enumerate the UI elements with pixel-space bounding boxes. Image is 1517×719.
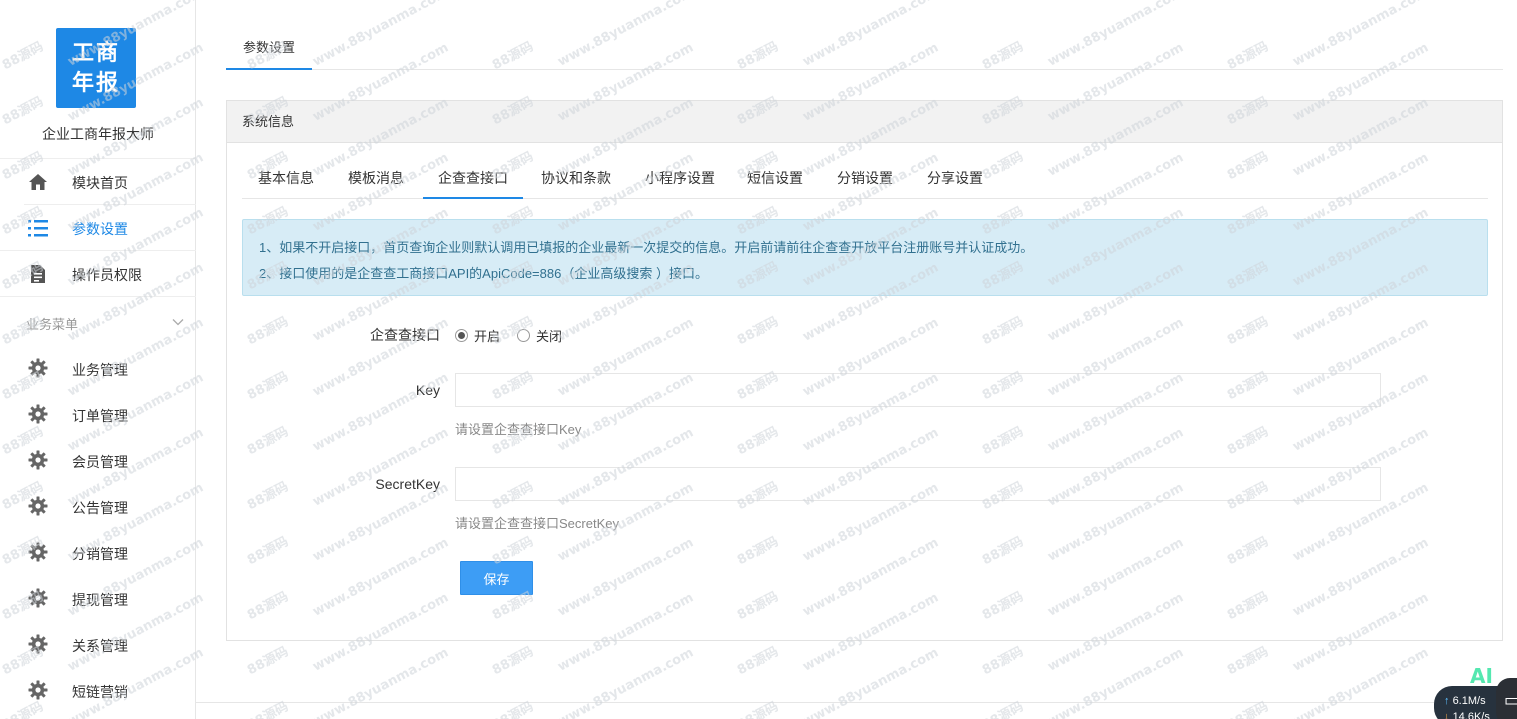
tab-basic-info[interactable]: 基本信息 xyxy=(242,157,330,199)
chevron-down-icon xyxy=(172,315,184,327)
save-button[interactable]: 保存 xyxy=(460,561,533,595)
sidebar-item-label: 关系管理 xyxy=(72,638,128,654)
app-name: 企业工商年报大师 xyxy=(42,126,154,142)
notice-line-1: 1、如果不开启接口，首页查询企业则默认调用已填报的企业最新一次提交的信息。开启前… xyxy=(259,240,1034,255)
tab-qcc-api[interactable]: 企查查接口 xyxy=(423,157,523,199)
key-hint: 请设置企查查接口Key xyxy=(455,422,582,437)
logo-text-line1: 工商 xyxy=(71,40,120,66)
tab-template-message[interactable]: 模板消息 xyxy=(334,157,418,199)
list-icon xyxy=(28,218,48,238)
sidebar-item-label: 会员管理 xyxy=(72,454,128,470)
sidebar-item-business-4[interactable]: 分销管理 xyxy=(0,530,196,576)
watermark-text: www.88yuanma.com xyxy=(1290,645,1432,719)
tab-params[interactable]: 参数设置 xyxy=(226,26,312,70)
secret-key-label: SecretKey xyxy=(375,476,440,492)
sidebar-item-label: 提现管理 xyxy=(72,592,128,608)
secret-key-hint: 请设置企查查接口SecretKey xyxy=(455,516,619,531)
sidebar-item-label: 短链营销 xyxy=(72,684,128,700)
footer-divider xyxy=(196,702,1517,703)
sidebar-item-business-5[interactable]: 提现管理 xyxy=(0,576,196,622)
window-icon: ▭ xyxy=(1504,690,1517,710)
qcc-switch-label: 企查查接口 xyxy=(370,327,440,343)
system-info-panel: 系统信息 基本信息 模板消息 企查查接口 协议和条款 小程序设置 短信设置 分销… xyxy=(226,100,1503,641)
sidebar-item-business-2[interactable]: 会员管理 xyxy=(0,438,196,484)
gear-icon xyxy=(28,680,48,700)
network-speed-widget[interactable]: ↑ 6.1M/s ↓ 14.6K/s xyxy=(1434,686,1504,719)
watermark-text: www.88yuanma.com xyxy=(800,645,942,719)
key-label: Key xyxy=(415,382,440,398)
key-input[interactable] xyxy=(455,373,1381,407)
panel-title: 系统信息 xyxy=(227,101,1502,143)
document-icon xyxy=(28,264,48,284)
sidebar-item-label: 公告管理 xyxy=(72,500,128,516)
sidebar-item-label: 模块首页 xyxy=(72,175,128,191)
watermark-brand: 88源码 xyxy=(979,644,1026,679)
tab-share[interactable]: 分享设置 xyxy=(914,157,996,199)
watermark-text: www.88yuanma.com xyxy=(1045,645,1187,719)
gear-icon xyxy=(28,588,48,608)
watermark-brand: 88源码 xyxy=(734,644,781,679)
radio-on-label: 开启 xyxy=(474,329,501,344)
secret-key-input[interactable] xyxy=(455,467,1381,501)
sidebar-item-business-1[interactable]: 订单管理 xyxy=(0,392,196,438)
sidebar-group-label: 业务菜单 xyxy=(26,317,79,332)
logo-text-line2: 年报 xyxy=(71,70,120,96)
watermark-brand: 88源码 xyxy=(734,699,781,719)
sidebar-item-business-6[interactable]: 关系管理 xyxy=(0,622,196,668)
side-tool-widget[interactable]: ▭ xyxy=(1496,678,1517,719)
sidebar-item-label: 业务管理 xyxy=(72,362,128,378)
tab-distribution[interactable]: 分销设置 xyxy=(824,157,906,199)
watermark-brand: 88源码 xyxy=(489,644,536,679)
watermark-brand: 88源码 xyxy=(244,699,291,719)
gear-icon xyxy=(28,450,48,470)
radio-on-circle xyxy=(455,329,468,342)
notice-box: 1、如果不开启接口，首页查询企业则默认调用已填报的企业最新一次提交的信息。开启前… xyxy=(242,219,1488,296)
sidebar-item-operators[interactable]: 操作员权限 xyxy=(0,250,196,296)
app-logo[interactable]: 工商 年报 xyxy=(56,28,136,108)
watermark-text: www.88yuanma.com xyxy=(555,645,697,719)
gear-icon xyxy=(28,542,48,562)
settings-tabs: 基本信息 模板消息 企查查接口 协议和条款 小程序设置 短信设置 分销设置 分享… xyxy=(242,157,1488,199)
download-speed: 14.6K/s xyxy=(1452,711,1490,719)
download-arrow-icon: ↓ xyxy=(1444,711,1450,719)
sidebar-nav: 模块首页 参数设置 操作员权限 业务菜单 业务管理 订单管理会员管理 公告管理 … xyxy=(0,158,196,714)
tab-sms[interactable]: 短信设置 xyxy=(734,157,816,199)
radio-off[interactable]: 关闭 xyxy=(517,326,562,345)
gear-icon xyxy=(28,358,48,378)
home-icon xyxy=(28,172,48,192)
sidebar-item-label: 参数设置 xyxy=(72,221,128,237)
sidebar-item-business-3[interactable]: 公告管理 xyxy=(0,484,196,530)
upload-arrow-icon: ↑ xyxy=(1444,695,1450,707)
tab-miniprogram[interactable]: 小程序设置 xyxy=(635,157,725,199)
sidebar-item-label: 操作员权限 xyxy=(72,267,142,283)
sidebar-item-business-7[interactable]: 短链营销 xyxy=(0,668,196,714)
radio-on[interactable]: 开启 xyxy=(455,326,500,345)
radio-off-circle xyxy=(517,329,530,342)
watermark-brand: 88源码 xyxy=(1224,644,1271,679)
gear-icon xyxy=(28,634,48,654)
sidebar-item-settings[interactable]: 参数设置 xyxy=(24,204,196,250)
radio-off-label: 关闭 xyxy=(536,329,563,344)
watermark-brand: 88源码 xyxy=(489,699,536,719)
sidebar-item-label: 订单管理 xyxy=(72,408,128,424)
watermark-text: www.88yuanma.com xyxy=(310,645,452,719)
sidebar: 工商 年报 企业工商年报大师 模块首页 参数设置 操作员权限 业务菜单 业务管理… xyxy=(0,0,196,719)
sidebar-item-business-0[interactable]: 业务管理 xyxy=(0,346,196,392)
sidebar-item-home[interactable]: 模块首页 xyxy=(0,158,196,204)
page-tabs: 参数设置 xyxy=(226,26,1503,70)
ai-assistant-badge[interactable]: AI xyxy=(1470,664,1493,688)
sidebar-group-business[interactable]: 业务菜单 xyxy=(0,296,196,346)
gear-icon xyxy=(28,496,48,516)
watermark-brand: 88源码 xyxy=(1224,699,1271,719)
watermark-brand: 88源码 xyxy=(244,644,291,679)
watermark-brand: 88源码 xyxy=(979,699,1026,719)
upload-speed: 6.1M/s xyxy=(1452,695,1486,707)
sidebar-item-label: 分销管理 xyxy=(72,546,128,562)
gear-icon xyxy=(28,404,48,424)
notice-line-2: 2、接口使用的是企查查工商接口API的ApiCode=886（企业高级搜索 ）接… xyxy=(259,266,708,281)
tab-agreement[interactable]: 协议和条款 xyxy=(528,157,624,199)
